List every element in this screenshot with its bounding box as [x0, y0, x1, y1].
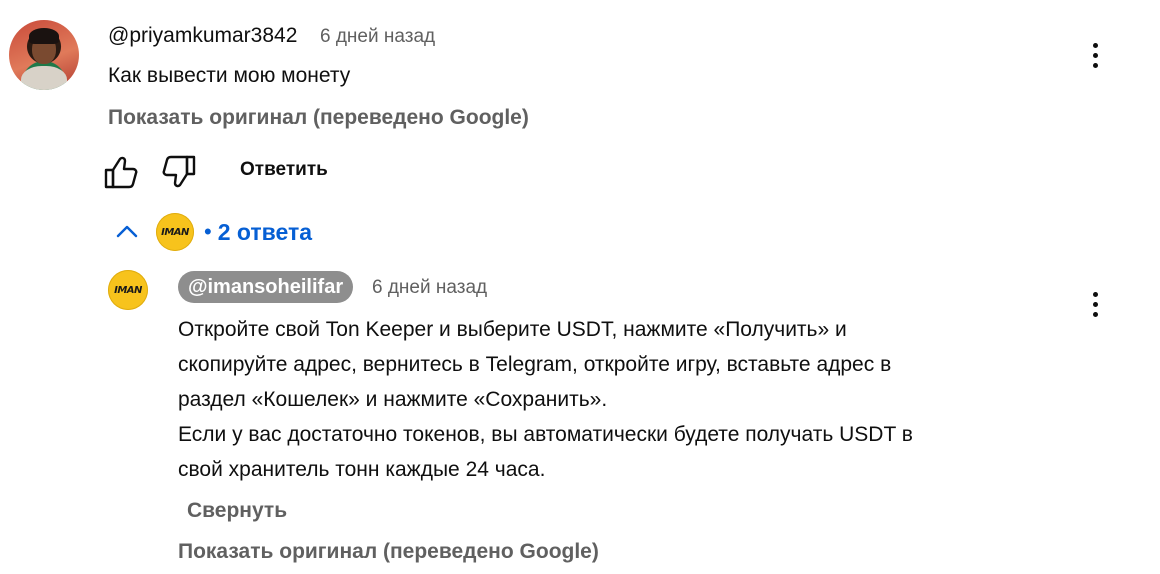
reply-text-line: Если у вас достаточно токенов, вы автома…	[178, 423, 913, 446]
reply-text-line: Откройте свой Ton Keeper и выберите USDT…	[178, 318, 847, 341]
reply-text-line: свой хранитель тонн каждые 24 часа.	[178, 458, 546, 481]
avatar-logo-text: IMAN	[161, 226, 189, 238]
avatar-logo-text: IMAN	[114, 284, 142, 296]
replier-avatar-small: IMAN	[156, 213, 194, 251]
reply-text: Откройте свой Ton Keeper и выберите USDT…	[178, 312, 1058, 487]
commenter-avatar[interactable]	[9, 20, 79, 90]
reply-text-line: раздел «Кошелек» и нажмите «Сохранить».	[178, 388, 608, 411]
comment-author[interactable]: @priyamkumar3842	[108, 24, 297, 48]
thumbs-up-icon[interactable]	[102, 154, 140, 190]
more-vert-icon[interactable]	[1080, 284, 1110, 324]
thumbs-down-icon[interactable]	[160, 154, 198, 190]
separator-dot: •	[204, 219, 212, 244]
replies-count-label: 2 ответа	[217, 218, 313, 245]
collapse-button[interactable]: Свернуть	[187, 499, 287, 523]
avatar-body	[21, 66, 67, 90]
reply-text-line: скопируйте адрес, вернитесь в Telegram, …	[178, 353, 892, 376]
reply-timestamp[interactable]: 6 дней назад	[372, 277, 487, 299]
show-original-link[interactable]: Показать оригинал (переведено Google)	[178, 540, 599, 564]
comment-timestamp[interactable]: 6 дней назад	[320, 26, 435, 48]
reply-button[interactable]: Ответить	[240, 159, 328, 181]
reply-author-handle[interactable]: @imansoheilifar	[178, 271, 354, 303]
chevron-up-icon	[116, 225, 138, 238]
more-vert-icon[interactable]	[1080, 35, 1110, 75]
avatar-hair	[29, 28, 59, 44]
reply-author-avatar[interactable]: IMAN	[108, 270, 148, 310]
comment-text: Как вывести мою монету	[108, 64, 351, 87]
replies-toggle-button[interactable]: IMAN • 2 ответа	[112, 210, 312, 254]
show-original-link[interactable]: Показать оригинал (переведено Google)	[108, 106, 529, 130]
